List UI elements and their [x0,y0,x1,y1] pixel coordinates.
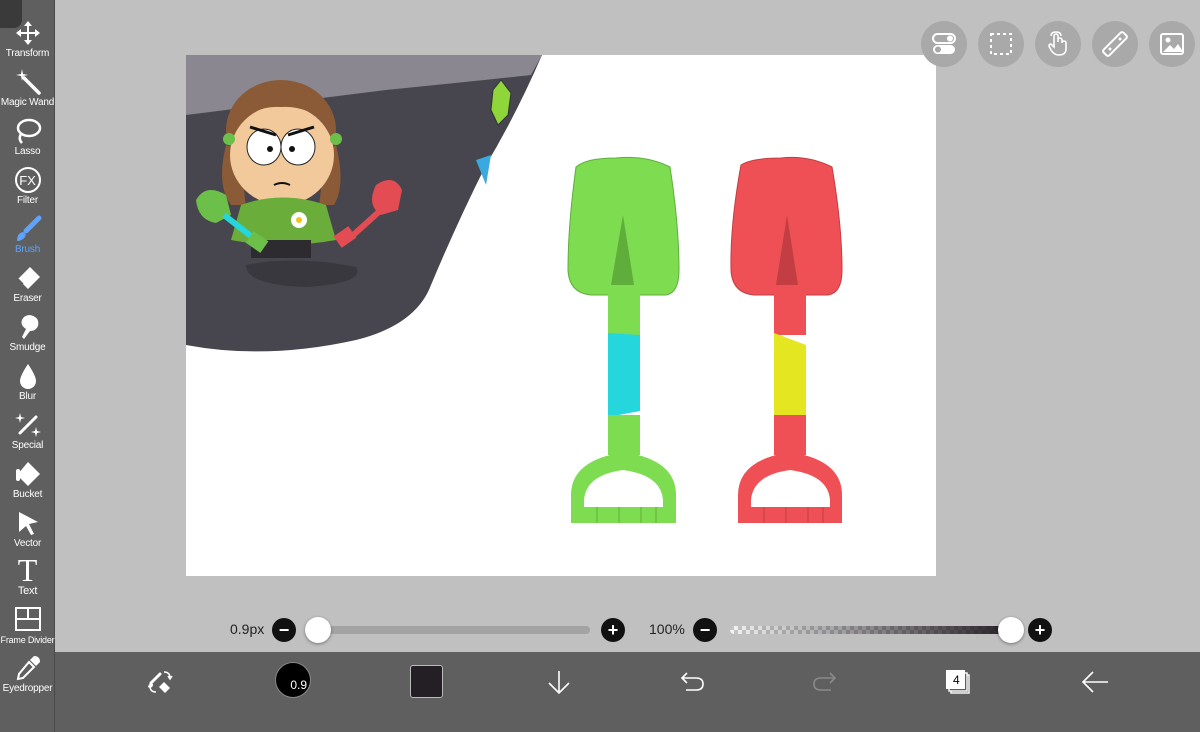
tool-sidebar: Transform Magic Wand Lasso FX Filter Bru… [0,0,55,732]
opacity-label: 100% [649,621,685,637]
gesture-button[interactable] [1035,21,1081,67]
back-button[interactable] [1075,664,1115,700]
plus-icon: + [607,620,619,640]
eyedropper-icon [13,653,43,683]
drawn-red-shovel [730,156,843,523]
brush-size-indicator[interactable]: 0.9 [275,662,311,698]
reference-image-button[interactable] [1149,21,1195,67]
bucket-icon [13,459,43,489]
toggle-settings-button[interactable] [921,21,967,67]
smudge-icon [13,312,43,342]
tool-text[interactable]: T Text [0,552,55,604]
sparkle-icon [13,410,43,440]
size-decrease-button[interactable]: − [272,618,296,642]
magic-wand-icon [13,67,43,97]
tool-eraser[interactable]: Eraser [0,263,55,312]
layers-button[interactable]: 4 [938,664,978,700]
tool-label: Text [17,585,38,597]
tool-label: Magic Wand [0,97,55,108]
swap-brush-eraser-button[interactable] [140,664,180,700]
image-icon [1160,33,1184,55]
tool-label: Special [11,440,44,451]
size-increase-button[interactable]: + [601,618,625,642]
tool-label: Vector [13,538,42,549]
lasso-icon [13,116,43,146]
tool-eyedropper[interactable]: Eyedropper [0,653,55,702]
opacity-slider[interactable] [730,626,1014,634]
hand-touch-icon [1048,31,1067,56]
tool-label: Eyedropper [2,683,53,694]
opacity-increase-button[interactable]: + [1028,618,1052,642]
undo-icon [680,672,704,691]
selection-button[interactable] [978,21,1024,67]
tool-smudge[interactable]: Smudge [0,312,55,361]
brush-size-slider[interactable] [310,626,590,634]
fx-icon: FX [13,165,43,195]
layer-count: 4 [953,673,960,687]
tool-magic-wand[interactable]: Magic Wand [0,67,55,116]
opacity-slider-thumb[interactable] [998,617,1024,643]
tool-vector[interactable]: Vector [0,508,55,557]
opacity-decrease-button[interactable]: − [693,618,717,642]
redo-icon [813,672,837,691]
brush-size-label: 0.9px [230,621,265,637]
selection-icon [990,33,1012,55]
tool-blur[interactable]: Blur [0,361,55,410]
redo-button[interactable] [805,664,845,700]
arrow-down-icon [548,671,570,695]
tool-label: Frame Divider [0,635,55,645]
tool-filter[interactable]: FX Filter [0,165,55,214]
move-down-button[interactable] [539,664,579,700]
tool-label: Lasso [14,146,41,157]
bottom-toolbar: 0.9 4 [55,652,1200,732]
ruler-icon [1102,31,1128,57]
tool-frame-divider[interactable]: Frame Divider [0,604,55,653]
tool-label: Filter [16,195,39,206]
tool-label: Eraser [13,293,42,304]
tool-transform[interactable]: Transform [0,18,55,67]
frame-icon [13,604,43,634]
brush-eraser-swap-icon [148,671,173,693]
tool-label: Bucket [12,489,43,500]
tool-label: Smudge [9,342,46,353]
tool-brush[interactable]: Brush [0,214,55,263]
undo-button[interactable] [672,664,712,700]
move-icon [13,18,43,48]
toggle-icon [932,33,956,54]
drop-icon [13,361,43,391]
eraser-icon [13,263,43,293]
tool-bucket[interactable]: Bucket [0,459,55,508]
minus-icon: − [278,620,290,640]
minus-icon: − [699,620,711,640]
brush-size-slider-thumb[interactable] [305,617,331,643]
tool-label: Brush [14,244,41,255]
drawing-canvas[interactable] [186,55,936,576]
canvas-artwork [186,55,843,523]
drawn-green-shovel [567,156,680,523]
tool-special[interactable]: Special [0,410,55,459]
tool-lasso[interactable]: Lasso [0,116,55,165]
tool-label: Blur [19,391,36,402]
ruler-button[interactable] [1092,21,1138,67]
cursor-icon [13,508,43,538]
tool-label: Transform [5,48,50,59]
arrow-left-icon [1081,671,1108,693]
brush-icon [13,214,43,244]
text-icon: T [17,552,38,588]
plus-icon: + [1034,620,1046,640]
current-color-swatch[interactable] [410,665,443,698]
